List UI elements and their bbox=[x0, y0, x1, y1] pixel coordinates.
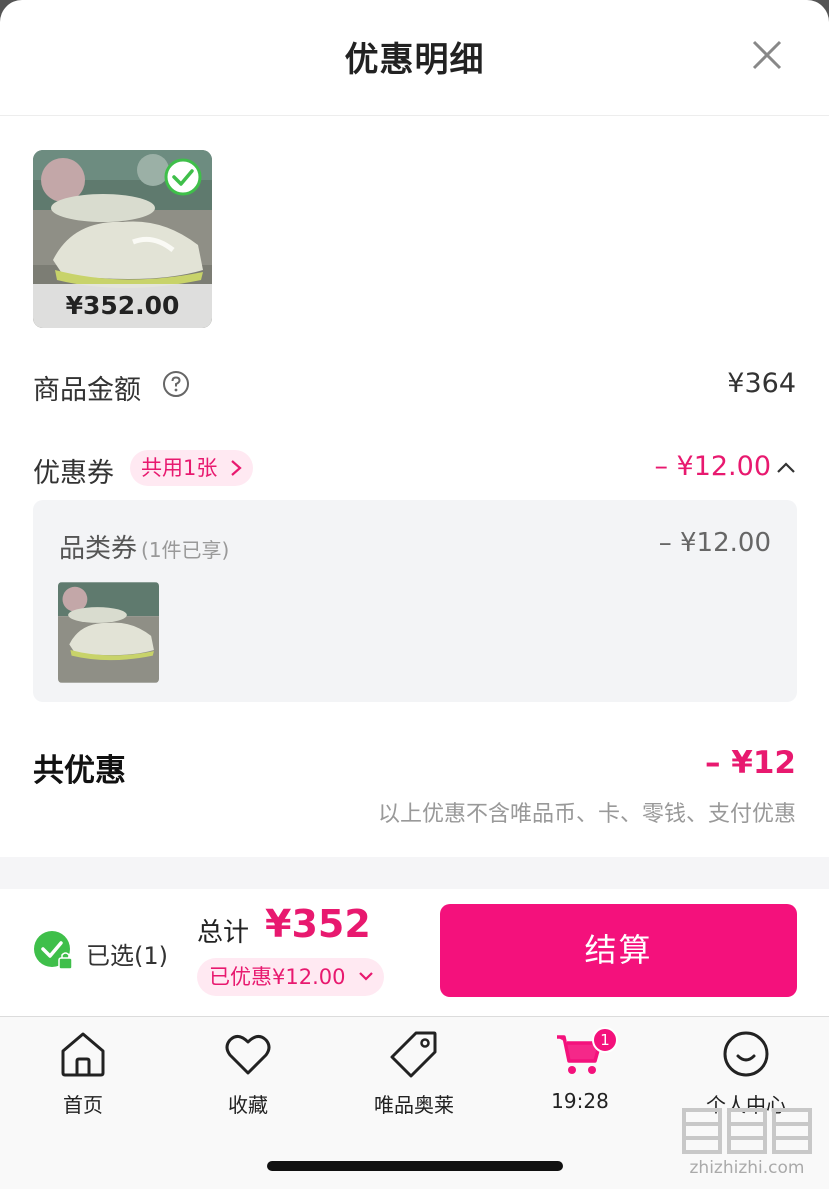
select-all-check-icon[interactable] bbox=[33, 930, 75, 972]
selected-count: 已选(1) bbox=[86, 942, 168, 970]
smile-icon bbox=[723, 1031, 769, 1077]
category-coupon-sub: (1件已享) bbox=[141, 538, 230, 562]
chevron-up-icon[interactable] bbox=[774, 456, 798, 480]
sheet-header: 优惠明细 bbox=[0, 0, 829, 116]
coupon-detail-panel: 品类券 (1件已享) – ¥12.00 bbox=[33, 500, 797, 702]
home-indicator[interactable] bbox=[267, 1161, 563, 1171]
selected-check-icon bbox=[164, 158, 202, 196]
category-coupon-name: 品类券 bbox=[59, 534, 138, 564]
coupon-product-thumbnail bbox=[58, 582, 159, 683]
tab-home[interactable]: 首页 bbox=[23, 1029, 143, 1118]
tab-outlet[interactable]: 唯品奥莱 bbox=[354, 1029, 474, 1118]
saved-amount-pill[interactable]: 已优惠¥12.00 bbox=[197, 958, 384, 996]
chevron-right-icon bbox=[231, 460, 243, 476]
product-price: ¥352.00 bbox=[33, 284, 212, 328]
total-value: ¥352 bbox=[265, 902, 371, 946]
tab-home-label: 首页 bbox=[63, 1093, 103, 1117]
help-icon[interactable] bbox=[162, 370, 190, 398]
category-coupon-label: 品类券 (1件已享) bbox=[59, 528, 229, 565]
total-discount-label: 共优惠 bbox=[33, 753, 126, 789]
chevron-down-icon bbox=[359, 972, 373, 981]
close-icon[interactable] bbox=[746, 34, 788, 76]
checkout-button[interactable]: 结算 bbox=[440, 904, 797, 997]
heart-icon bbox=[225, 1035, 271, 1075]
watermark-glyph bbox=[682, 1108, 812, 1154]
watermark-text: zhizhizhi.com bbox=[689, 1158, 805, 1178]
discount-note: 以上优惠不含唯品币、卡、零钱、支付优惠 bbox=[377, 802, 796, 827]
goods-amount-value: ¥364 bbox=[727, 368, 796, 399]
tab-cart[interactable]: 1 19:28 bbox=[520, 1027, 640, 1113]
home-icon bbox=[61, 1032, 105, 1077]
coupon-pill-label: 共用1张 bbox=[141, 456, 218, 480]
tab-favorites-label: 收藏 bbox=[228, 1093, 268, 1117]
total-discount-value: – ¥12 bbox=[704, 745, 796, 781]
cart-badge: 1 bbox=[592, 1027, 618, 1053]
shoe-image bbox=[58, 582, 159, 683]
saved-amount-label: 已优惠¥12.00 bbox=[209, 965, 346, 989]
tag-icon bbox=[390, 1031, 437, 1078]
tab-favorites[interactable]: 收藏 bbox=[188, 1029, 308, 1118]
watermark-logo: zhizhizhi.com bbox=[672, 1100, 822, 1182]
coupon-label: 优惠券 bbox=[33, 458, 114, 489]
coupon-count-pill[interactable]: 共用1张 bbox=[130, 450, 254, 486]
category-coupon-value: – ¥12.00 bbox=[658, 528, 771, 558]
coupon-discount-value: – ¥12.00 bbox=[654, 451, 771, 482]
tab-cart-label: 19:28 bbox=[551, 1089, 609, 1113]
goods-amount-label: 商品金额 bbox=[33, 375, 141, 406]
section-divider bbox=[0, 857, 829, 889]
total-label: 总计 bbox=[197, 918, 250, 948]
discount-detail-sheet: 优惠明细 ¥352.00 商品金额 ¥364 优惠券 共用1张 – ¥12.00… bbox=[0, 0, 829, 1189]
sheet-title: 优惠明细 bbox=[344, 40, 485, 80]
tab-outlet-label: 唯品奥莱 bbox=[374, 1093, 454, 1117]
